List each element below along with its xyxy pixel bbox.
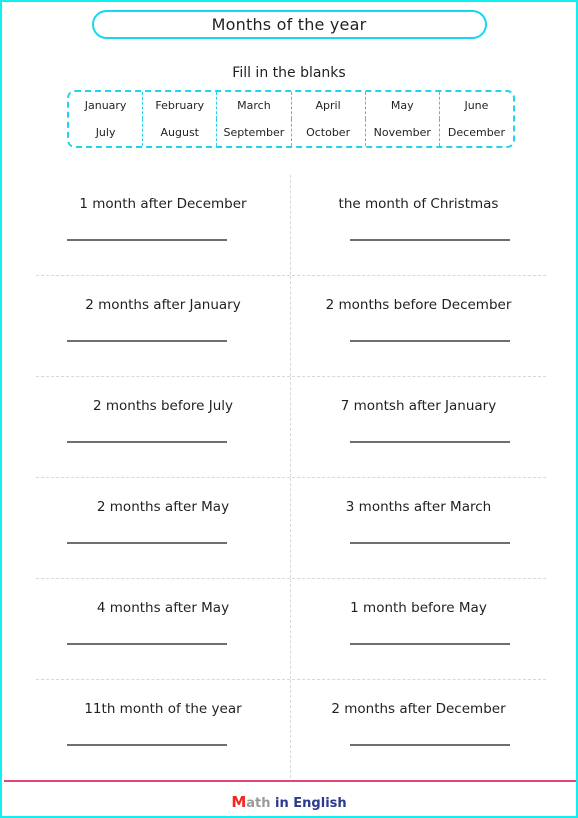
worksheet-page: Months of the year Fill in the blanks Ja…	[0, 0, 578, 818]
question-text: 1 month after December	[79, 196, 247, 212]
answer-line[interactable]	[350, 340, 510, 342]
question-item-8: 3 months after March	[291, 478, 546, 578]
answer-line[interactable]	[67, 643, 227, 645]
month-cell-october: October	[292, 119, 366, 146]
months-reference-box: January February March April May June Ju…	[67, 90, 515, 148]
answer-line[interactable]	[350, 744, 510, 746]
answer-line[interactable]	[350, 643, 510, 645]
month-cell-january: January	[69, 92, 144, 119]
answer-line[interactable]	[67, 340, 227, 342]
question-text: 11th month of the year	[84, 701, 242, 717]
question-text: 2 months before July	[92, 398, 234, 414]
month-cell-august: August	[143, 119, 218, 146]
question-item-4: 2 months before December	[291, 276, 546, 376]
question-text: the month of Christmas	[338, 196, 499, 212]
question-text: 2 months before December	[325, 297, 512, 313]
question-text: 2 months after January	[85, 297, 241, 313]
brand-logo-rest: in English	[270, 796, 347, 811]
brand-logo-second: ath	[246, 796, 271, 811]
month-cell-february: February	[143, 92, 218, 119]
question-text: 7 montsh after January	[340, 398, 497, 414]
answer-line[interactable]	[350, 441, 510, 443]
question-item-7: 2 months after May	[36, 478, 291, 578]
question-item-5: 2 months before July	[36, 377, 291, 477]
month-cell-september: September	[217, 119, 292, 146]
answer-line[interactable]	[67, 441, 227, 443]
month-cell-july: July	[69, 119, 144, 146]
question-text: 2 months after December	[331, 701, 506, 717]
answer-line[interactable]	[350, 239, 510, 241]
month-cell-march: March	[217, 92, 292, 119]
answer-line[interactable]	[67, 239, 227, 241]
question-text: 3 months after March	[345, 499, 492, 515]
months-row-first-half: January February March April May June	[69, 92, 513, 119]
questions-grid: 1 month after December the month of Chri…	[36, 175, 546, 778]
brand-logo: Math in English	[2, 793, 576, 811]
instruction-text: Fill in the blanks	[232, 65, 346, 81]
table-row: 11th month of the year 2 months after De…	[36, 680, 546, 778]
months-row-second-half: July August September October November D…	[69, 119, 513, 146]
table-row: 1 month after December the month of Chri…	[36, 175, 546, 276]
question-item-10: 1 month before May	[291, 579, 546, 679]
table-row: 4 months after May 1 month before May	[36, 579, 546, 680]
question-item-1: 1 month after December	[36, 175, 291, 275]
question-item-6: 7 montsh after January	[291, 377, 546, 477]
table-row: 2 months before July 7 montsh after Janu…	[36, 377, 546, 478]
footer-divider	[4, 780, 576, 782]
title-container: Months of the year	[2, 10, 576, 39]
question-item-11: 11th month of the year	[36, 680, 291, 778]
answer-line[interactable]	[350, 542, 510, 544]
question-text: 2 months after May	[96, 499, 230, 515]
month-cell-november: November	[366, 119, 440, 146]
table-row: 2 months after May 3 months after March	[36, 478, 546, 579]
question-text: 4 months after May	[96, 600, 230, 616]
title-pill: Months of the year	[91, 10, 487, 39]
question-text: 1 month before May	[350, 600, 487, 616]
question-item-3: 2 months after January	[36, 276, 291, 376]
brand-logo-initial: M	[231, 793, 247, 811]
page-title: Months of the year	[211, 15, 367, 34]
month-cell-may: May	[366, 92, 440, 119]
answer-line[interactable]	[67, 744, 227, 746]
month-cell-june: June	[464, 99, 489, 112]
question-item-12: 2 months after December	[291, 680, 546, 778]
table-row: 2 months after January 2 months before D…	[36, 276, 546, 377]
answer-line[interactable]	[67, 542, 227, 544]
month-cell-april: April	[292, 92, 366, 119]
month-cell-december: December	[447, 126, 505, 139]
question-item-2: the month of Christmas	[291, 175, 546, 275]
question-item-9: 4 months after May	[36, 579, 291, 679]
